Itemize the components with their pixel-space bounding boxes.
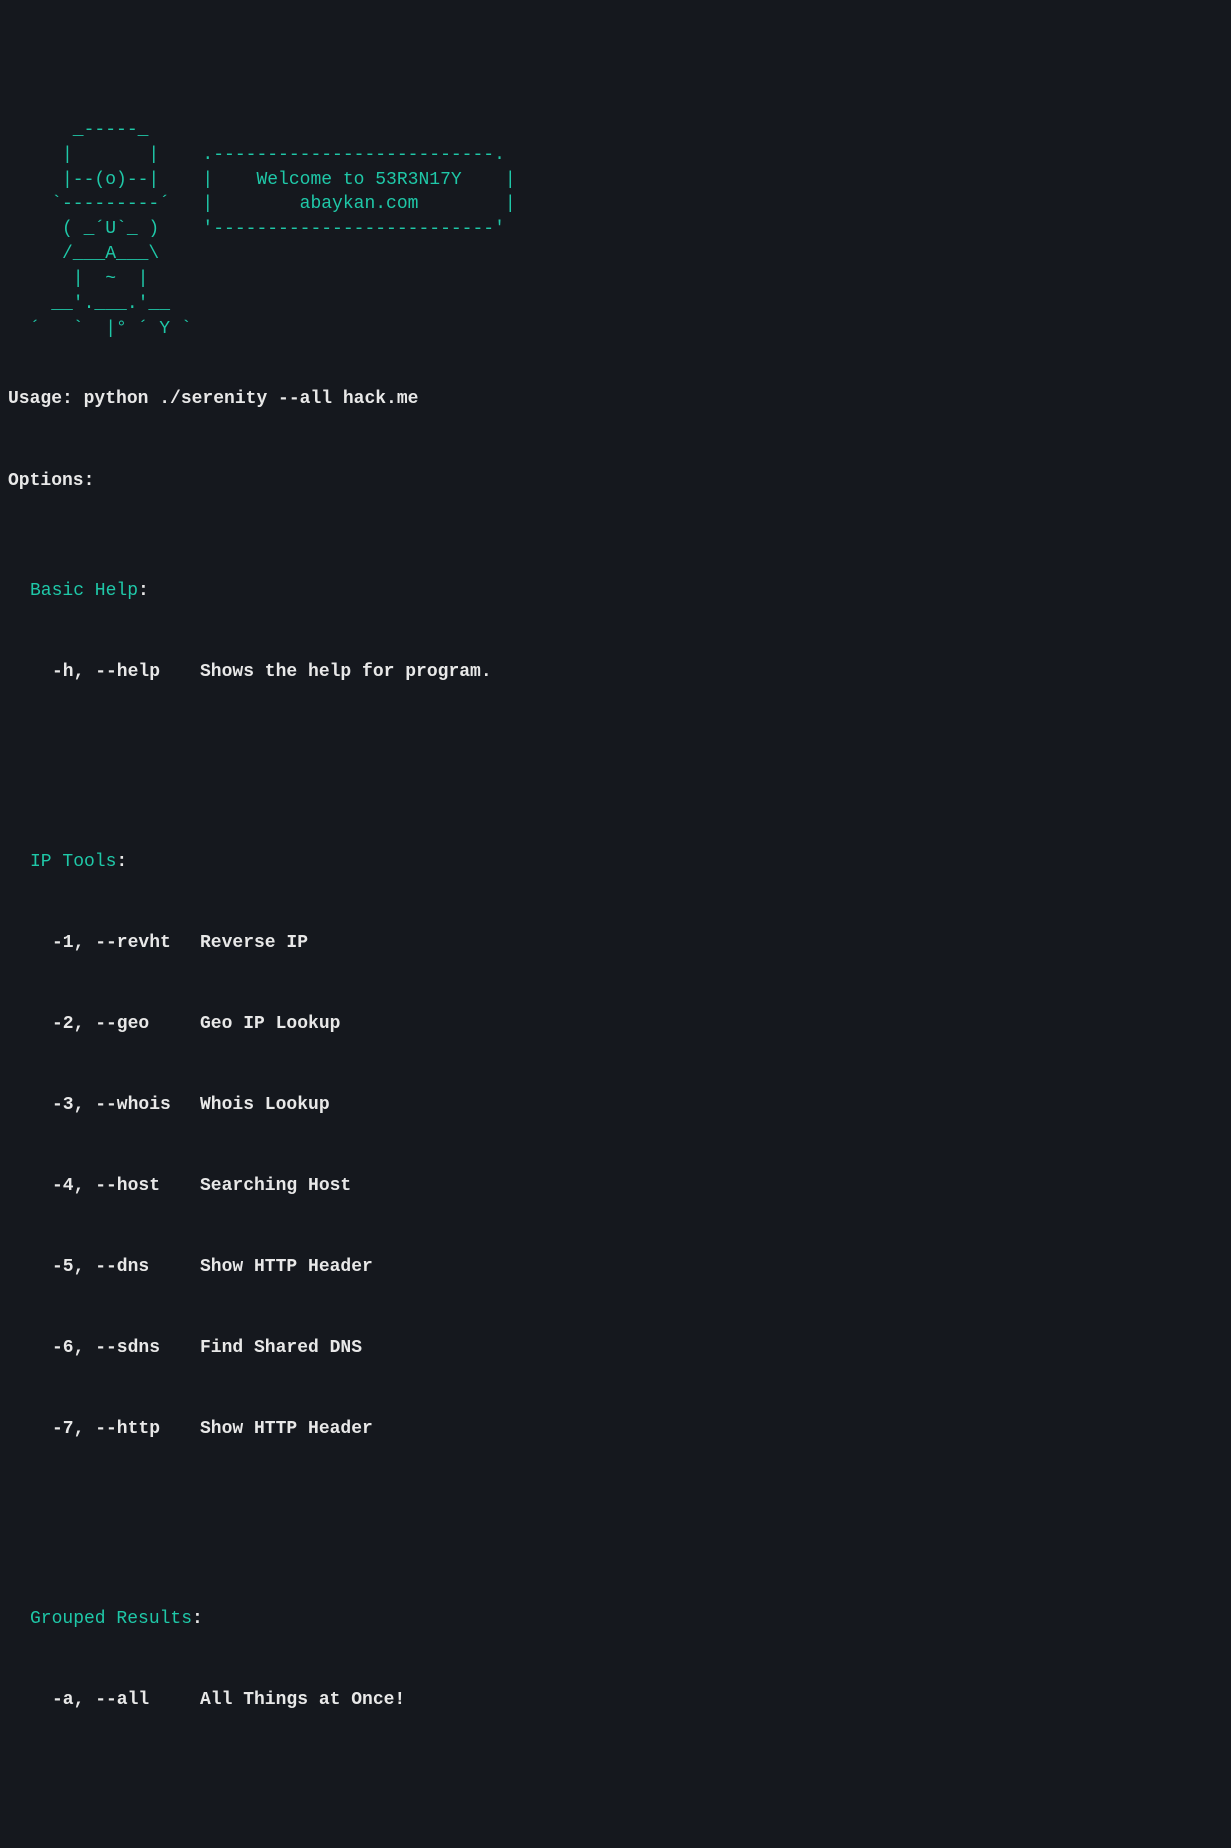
option-flag: -a, --all xyxy=(52,1687,200,1714)
section-ip-tools: IP Tools: -1, --revhtReverse IP -2, --ge… xyxy=(8,795,1223,1470)
option-desc: Shows the help for program. xyxy=(200,659,492,686)
option-desc: Show HTTP Header xyxy=(200,1254,373,1281)
ascii-banner: _-----_ | | .--------------------------.… xyxy=(8,118,1223,341)
option-flag: -h, --help xyxy=(52,659,200,686)
section-header: Grouped Results: xyxy=(30,1606,1223,1633)
option-desc: Searching Host xyxy=(200,1173,351,1200)
options-header: Options: xyxy=(8,468,1223,495)
section-header: Basic Help: xyxy=(30,578,1223,605)
option-desc: Show HTTP Header xyxy=(200,1416,373,1443)
option-row: -5, --dnsShow HTTP Header xyxy=(52,1254,1223,1281)
option-desc: Whois Lookup xyxy=(200,1092,330,1119)
option-row: -h, --helpShows the help for program. xyxy=(52,659,1223,686)
option-flag: -7, --http xyxy=(52,1416,200,1443)
option-row: -7, --httpShow HTTP Header xyxy=(52,1416,1223,1443)
section-basic-help: Basic Help: -h, --helpShows the help for… xyxy=(8,524,1223,713)
option-flag: -4, --host xyxy=(52,1173,200,1200)
option-row: -1, --revhtReverse IP xyxy=(52,930,1223,957)
option-row: -4, --hostSearching Host xyxy=(52,1173,1223,1200)
option-flag: -6, --sdns xyxy=(52,1335,200,1362)
option-desc: All Things at Once! xyxy=(200,1687,405,1714)
option-flag: -3, --whois xyxy=(52,1092,200,1119)
option-flag: -2, --geo xyxy=(52,1011,200,1038)
option-row: -3, --whoisWhois Lookup xyxy=(52,1092,1223,1119)
option-flag: -5, --dns xyxy=(52,1254,200,1281)
section-header: IP Tools: xyxy=(30,849,1223,876)
option-desc: Geo IP Lookup xyxy=(200,1011,340,1038)
option-desc: Reverse IP xyxy=(200,930,308,957)
option-row: -2, --geoGeo IP Lookup xyxy=(52,1011,1223,1038)
section-grouped-results: Grouped Results: -a, --allAll Things at … xyxy=(8,1552,1223,1741)
usage-line: Usage: python ./serenity --all hack.me xyxy=(8,386,1223,413)
option-row: -6, --sdnsFind Shared DNS xyxy=(52,1335,1223,1362)
option-desc: Find Shared DNS xyxy=(200,1335,362,1362)
option-row: -a, --allAll Things at Once! xyxy=(52,1687,1223,1714)
option-flag: -1, --revht xyxy=(52,930,200,957)
